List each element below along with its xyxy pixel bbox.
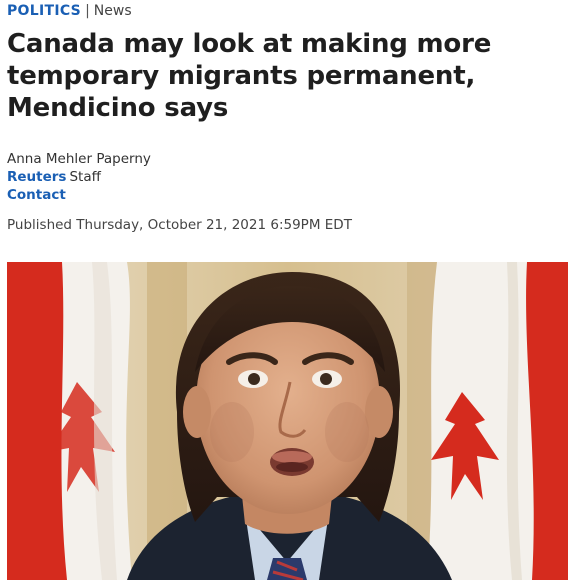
hero-photo-illustration [7, 262, 568, 580]
organization-link[interactable]: Reuters [7, 169, 66, 185]
hero-image[interactable] [7, 262, 568, 580]
section-link-politics[interactable]: POLITICS [7, 3, 81, 19]
subsection-label: News [93, 3, 132, 19]
right-flag [427, 262, 568, 580]
author-organization: Reuters Staff [7, 168, 151, 186]
byline: Anna Mehler Paperny Reuters Staff Contact [7, 150, 151, 204]
article: POLITICS | News Canada may look at making … [0, 0, 575, 585]
left-flag [7, 262, 132, 580]
section-breadcrumb: POLITICS | News [7, 2, 132, 20]
author-name: Anna Mehler Paperny [7, 151, 151, 167]
author-role: Staff [69, 169, 101, 185]
contact-link[interactable]: Contact [7, 186, 66, 204]
breadcrumb-separator: | [85, 3, 90, 19]
published-timestamp: Published Thursday, October 21, 2021 6:5… [7, 217, 352, 233]
article-headline: Canada may look at making more temporary… [7, 29, 492, 123]
